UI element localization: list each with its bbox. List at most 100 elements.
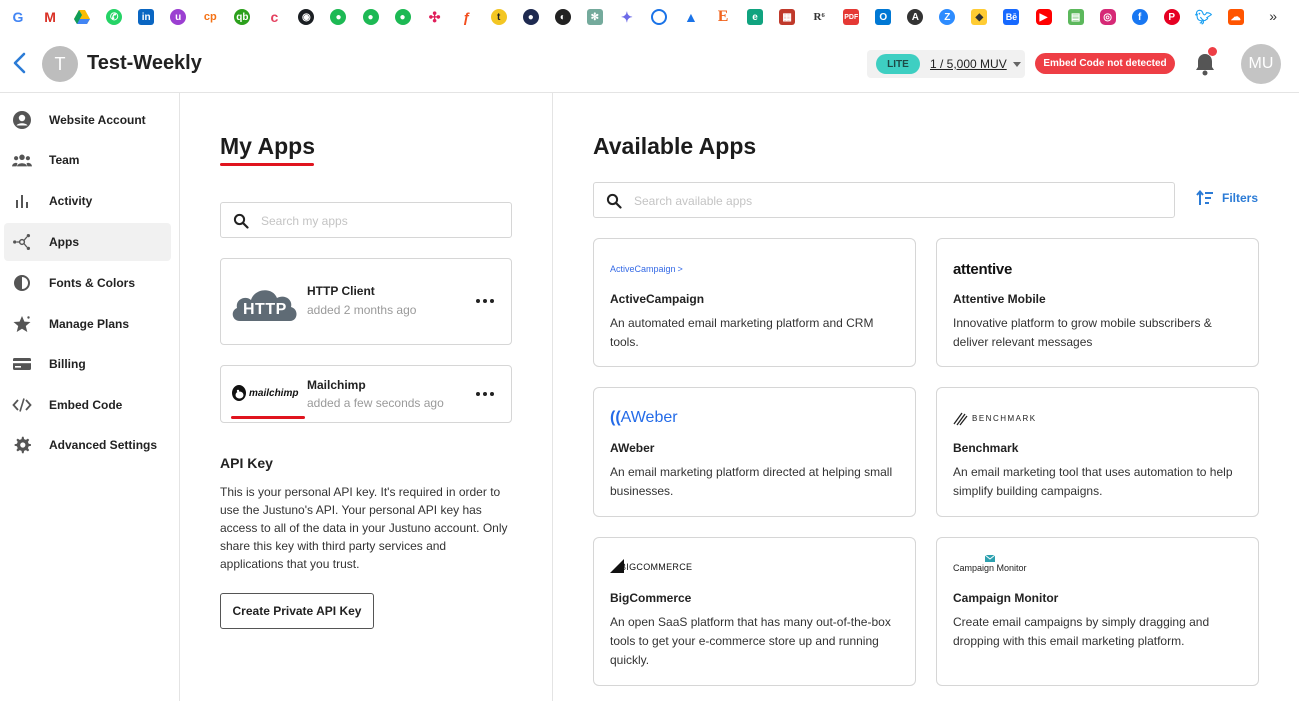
- available-app-card-benchmark[interactable]: BENCHMARK Benchmark An email marketing t…: [936, 387, 1259, 517]
- outlook-icon[interactable]: O: [875, 9, 892, 25]
- plan-tier-badge: LITE: [876, 54, 920, 74]
- embed-status-badge[interactable]: Embed Code not detected: [1035, 53, 1175, 74]
- filter-sort-icon: [1196, 190, 1213, 205]
- twitter-icon[interactable]: 🐦︎: [1195, 9, 1213, 25]
- app-icon[interactable]: ●: [522, 9, 539, 25]
- figma-icon[interactable]: ƒ: [459, 9, 475, 25]
- app-icon[interactable]: Z: [939, 9, 956, 25]
- app-icon[interactable]: e: [747, 9, 764, 25]
- caret-down-icon: [1012, 61, 1021, 67]
- sidebar-item-label: Fonts & Colors: [49, 276, 135, 290]
- chatgpt-icon[interactable]: ✻: [586, 9, 603, 25]
- more-options-button[interactable]: [476, 299, 494, 303]
- available-app-card-aweber[interactable]: (( AWeber AWeber An email marketing plat…: [593, 387, 916, 517]
- behance-icon[interactable]: Bē: [1003, 9, 1020, 25]
- whatsapp-icon[interactable]: ✆: [106, 9, 123, 25]
- app-description: An automated email marketing platform an…: [610, 316, 874, 349]
- sidebar-item-billing[interactable]: Billing: [4, 345, 171, 383]
- gemini-icon[interactable]: ✦: [619, 9, 635, 25]
- search-placeholder: Search my apps: [261, 214, 348, 228]
- attentive-logo-text: attentive: [953, 260, 1012, 278]
- app-icon[interactable]: ✣: [427, 9, 443, 25]
- app-added-time: added 2 months ago: [307, 303, 417, 317]
- instagram-icon[interactable]: ◎: [1099, 9, 1116, 25]
- bar-chart-icon: [12, 191, 32, 211]
- app-icon[interactable]: ●: [330, 9, 347, 25]
- sidebar-item-label: Apps: [49, 235, 79, 249]
- sidebar-item-team[interactable]: Team: [4, 141, 171, 179]
- app-icon[interactable]: A: [907, 9, 924, 25]
- drive-icon[interactable]: [74, 9, 91, 25]
- benchmark-logo: BENCHMARK: [953, 408, 1037, 428]
- app-icon[interactable]: ●: [362, 9, 379, 25]
- app-icon[interactable]: cp: [202, 9, 218, 25]
- available-app-card-campaign-monitor[interactable]: Campaign Monitor Campaign Monitor Create…: [936, 537, 1259, 686]
- sidebar-item-activity[interactable]: Activity: [4, 182, 171, 220]
- plan-usage[interactable]: 1 / 5,000 MUV: [930, 57, 1007, 71]
- app-title: AWeber: [610, 441, 655, 455]
- campaign-monitor-logo-text: Campaign Monitor: [953, 563, 1027, 573]
- user-circle-icon: [12, 110, 32, 130]
- create-api-key-button[interactable]: Create Private API Key: [220, 593, 374, 629]
- sidebar-item-label: Team: [49, 153, 80, 167]
- search-icon: [606, 193, 622, 209]
- app-icon[interactable]: [650, 9, 667, 25]
- app-icon[interactable]: ▲: [683, 9, 699, 25]
- available-app-card-bigcommerce[interactable]: BIGCOMMERCE BigCommerce An open SaaS pla…: [593, 537, 916, 686]
- search-my-apps-input[interactable]: Search my apps: [220, 202, 512, 238]
- app-icon[interactable]: ◆: [971, 9, 988, 25]
- sidebar-item-website-account[interactable]: Website Account: [4, 101, 171, 139]
- linkedin-icon[interactable]: in: [138, 9, 155, 25]
- app-icon[interactable]: u: [170, 9, 187, 25]
- gmail-icon[interactable]: M: [42, 9, 58, 25]
- google-icon[interactable]: G: [10, 9, 26, 25]
- my-app-card-mailchimp[interactable]: mailchimp Mailchimp added a few seconds …: [220, 365, 512, 423]
- app-icon[interactable]: ▤: [1067, 9, 1084, 25]
- app-icon[interactable]: ●: [394, 9, 411, 25]
- sidebar-item-embed-code[interactable]: Embed Code: [4, 386, 171, 424]
- app-description: An open SaaS platform that has many out-…: [610, 615, 891, 667]
- facebook-icon[interactable]: f: [1131, 9, 1148, 25]
- filters-button[interactable]: Filters: [1196, 190, 1258, 206]
- aweber-logo-text: AWeber: [620, 409, 678, 426]
- sidebar: Website Account Team Activity Apps Fonts…: [0, 93, 180, 701]
- my-app-card-http-client[interactable]: HTTP HTTP Client added 2 months ago: [220, 258, 512, 345]
- youtube-icon[interactable]: ▶: [1035, 9, 1052, 25]
- campaign-monitor-logo: Campaign Monitor: [953, 555, 1027, 573]
- sidebar-item-label: Advanced Settings: [49, 438, 158, 452]
- app-icon[interactable]: t: [490, 9, 507, 25]
- plan-selector[interactable]: LITE 1 / 5,000 MUV: [867, 50, 1025, 78]
- sidebar-item-manage-plans[interactable]: Manage Plans: [4, 305, 171, 343]
- bookmarks-bar: G M ✆ in u cp qb c ◉ ● ● ● ✣ ƒ t ● ◐ ✻ ✦…: [0, 0, 1299, 34]
- mailchimp-logo-text: mailchimp: [249, 387, 299, 399]
- credit-card-icon: [12, 354, 32, 374]
- search-placeholder: Search available apps: [634, 194, 753, 208]
- app-icon[interactable]: ▦: [779, 9, 796, 25]
- sidebar-item-apps[interactable]: Apps: [4, 223, 171, 261]
- http-logo: HTTP: [230, 281, 300, 323]
- github-icon[interactable]: ◉: [298, 9, 315, 25]
- pinterest-icon[interactable]: P: [1163, 9, 1180, 25]
- sidebar-item-label: Billing: [49, 357, 86, 371]
- app-icon[interactable]: R⁶: [811, 9, 827, 25]
- back-button[interactable]: [10, 50, 30, 76]
- bookmarks-more-button[interactable]: »: [1269, 8, 1277, 24]
- app-description: An email marketing platform directed at …: [610, 465, 893, 498]
- search-available-apps-input[interactable]: Search available apps: [593, 182, 1175, 218]
- app-icon[interactable]: qb: [234, 9, 251, 25]
- app-icon[interactable]: PDF: [843, 9, 860, 25]
- app-icon[interactable]: E: [715, 8, 731, 25]
- sidebar-item-advanced-settings[interactable]: Advanced Settings: [4, 426, 171, 464]
- soundcloud-icon[interactable]: ☁: [1227, 9, 1244, 25]
- sidebar-item-label: Manage Plans: [49, 317, 130, 331]
- app-title: Campaign Monitor: [953, 591, 1059, 605]
- available-app-card-attentive[interactable]: attentive Attentive Mobile Innovative pl…: [936, 238, 1259, 367]
- more-options-button[interactable]: [476, 392, 494, 396]
- user-avatar[interactable]: MU: [1241, 44, 1281, 84]
- app-icon[interactable]: ◐: [554, 9, 571, 25]
- app-icon[interactable]: c: [266, 9, 282, 25]
- available-app-card-activecampaign[interactable]: ActiveCampaign > ActiveCampaign An autom…: [593, 238, 916, 367]
- sidebar-item-fonts-colors[interactable]: Fonts & Colors: [4, 264, 171, 302]
- aweber-logo: (( AWeber: [610, 408, 678, 428]
- app-description: Create email campaigns by simply draggin…: [953, 615, 1210, 648]
